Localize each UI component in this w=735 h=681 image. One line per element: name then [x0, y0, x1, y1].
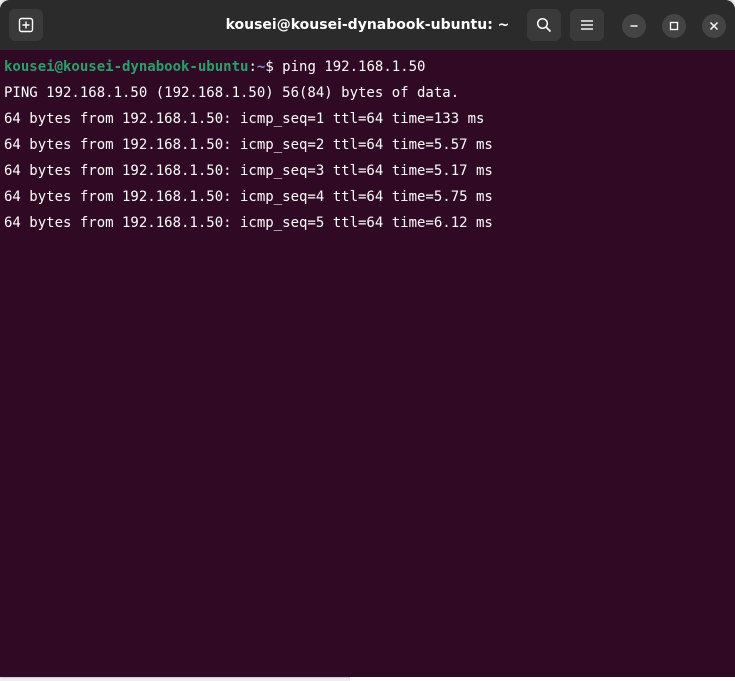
- output-line: 64 bytes from 192.168.1.50: icmp_seq=4 t…: [4, 189, 493, 205]
- menu-button[interactable]: [570, 9, 604, 41]
- prompt-symbol: $: [265, 59, 283, 75]
- prompt-line: kousei@kousei-dynabook-ubuntu:~$ ping 19…: [4, 58, 735, 84]
- close-button[interactable]: [702, 14, 726, 38]
- output-line: 64 bytes from 192.168.1.50: icmp_seq=5 t…: [4, 215, 493, 231]
- maximize-button[interactable]: [662, 14, 686, 38]
- output-line: 64 bytes from 192.168.1.50: icmp_seq=3 t…: [4, 163, 493, 179]
- minimize-icon: [630, 25, 638, 27]
- new-tab-button[interactable]: [9, 9, 43, 41]
- background-window-edge: [350, 677, 735, 681]
- new-tab-icon: [18, 17, 34, 33]
- search-icon: [536, 17, 552, 33]
- output-line: 64 bytes from 192.168.1.50: icmp_seq=2 t…: [4, 137, 493, 153]
- output-line: 64 bytes from 192.168.1.50: icmp_seq=1 t…: [4, 111, 485, 127]
- window-title: kousei@kousei-dynabook-ubuntu: ~: [225, 17, 510, 33]
- output-line: PING 192.168.1.50 (192.168.1.50) 56(84) …: [4, 85, 460, 101]
- hamburger-menu-icon: [581, 20, 593, 30]
- prompt-separator: :: [248, 59, 257, 75]
- terminal-output-area[interactable]: kousei@kousei-dynabook-ubuntu:~$ ping 19…: [0, 50, 735, 677]
- prompt-command: ping 192.168.1.50: [282, 59, 426, 75]
- minimize-button[interactable]: [622, 14, 646, 38]
- close-icon: [710, 22, 718, 30]
- title-bar[interactable]: kousei@kousei-dynabook-ubuntu: ~: [0, 0, 735, 50]
- search-button[interactable]: [527, 9, 561, 41]
- terminal-window: kousei@kousei-dynabook-ubuntu: ~ kousei@…: [0, 0, 735, 677]
- desktop: kousei@kousei-dynabook-ubuntu: ~ kousei@…: [0, 0, 735, 681]
- maximize-icon: [669, 21, 679, 31]
- prompt-user-host: kousei@kousei-dynabook-ubuntu: [4, 59, 249, 75]
